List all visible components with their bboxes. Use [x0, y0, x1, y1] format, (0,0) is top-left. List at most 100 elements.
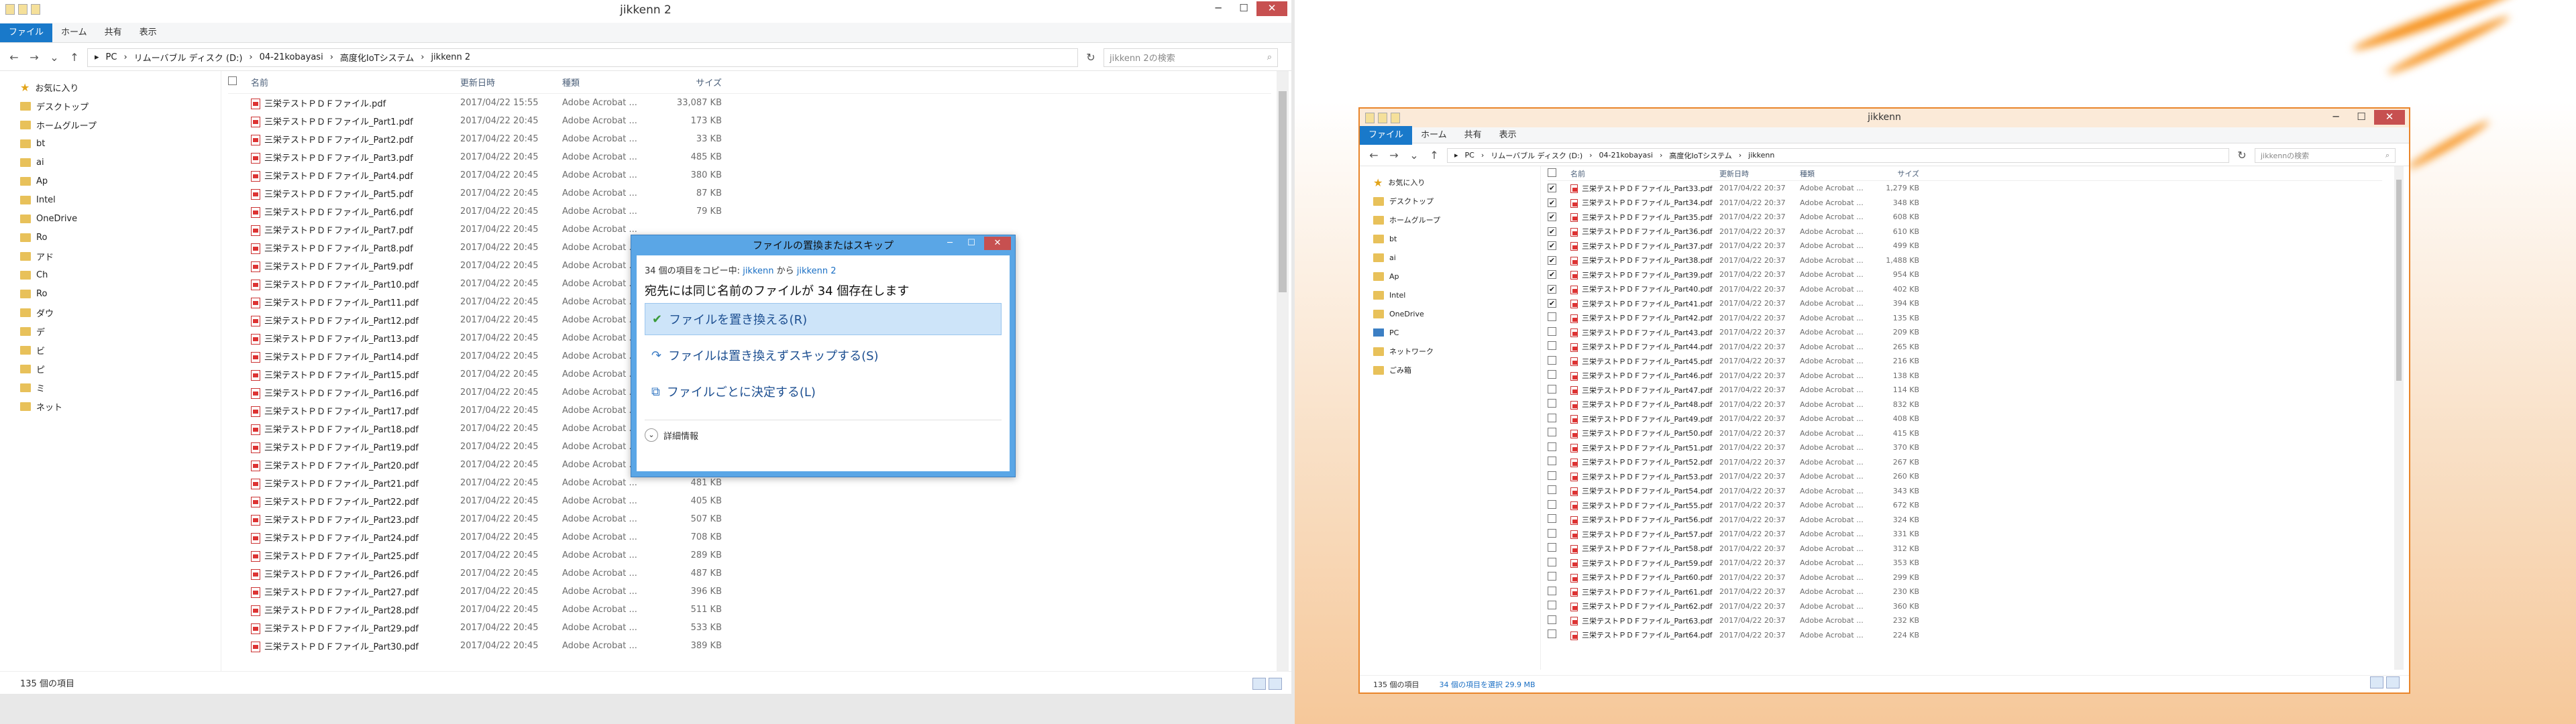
source-folder-link[interactable]: jikkenn	[743, 266, 773, 276]
new-folder-icon[interactable]	[31, 4, 40, 15]
file-checkbox[interactable]	[1548, 457, 1556, 466]
sidebar-item[interactable]: ネット	[20, 397, 221, 416]
sidebar-item[interactable]: ビ	[20, 341, 221, 359]
maximize-button[interactable]: ☐	[2349, 110, 2374, 125]
sidebar-item[interactable]: Intel	[20, 190, 221, 209]
sidebar-item[interactable]: bt	[20, 134, 221, 153]
sidebar-item[interactable]: OneDrive	[1373, 304, 1540, 323]
file-checkbox[interactable]	[1548, 514, 1556, 524]
file-checkbox[interactable]	[1548, 601, 1556, 610]
select-all-checkbox[interactable]	[228, 76, 237, 85]
file-checkbox[interactable]	[1548, 370, 1556, 379]
breadcrumb-drive[interactable]: リムーバブル ディスク (D:)	[134, 51, 243, 64]
file-row[interactable]: 三栄テストＰＤＦファイル_Part22.pdf 2017/04/22 20:45 A…	[228, 492, 1271, 510]
column-size[interactable]: サイズ	[1879, 168, 1919, 179]
file-checkbox[interactable]	[1548, 528, 1556, 538]
sidebar-item[interactable]: ピ	[20, 359, 221, 378]
up-arrow-icon[interactable]: ↑	[67, 51, 82, 64]
file-checkbox[interactable]	[1548, 326, 1556, 336]
folder-icon[interactable]	[5, 4, 15, 15]
sidebar-item[interactable]: ダウ	[20, 303, 221, 322]
file-row[interactable]: ✔ 三栄テストＰＤＦファイル_Part40.pdf 2017/04/22 20:37…	[1548, 282, 2382, 297]
file-row[interactable]: 三栄テストＰＤＦファイル_Part28.pdf 2017/04/22 20:45 A…	[228, 601, 1271, 619]
sidebar-item[interactable]: ミ	[20, 378, 221, 397]
breadcrumb-folder[interactable]: 04-21kobayasi	[260, 52, 323, 62]
file-row[interactable]: 三栄テストＰＤＦファイル_Part64.pdf 2017/04/22 20:37 A…	[1548, 628, 2382, 643]
sidebar-item[interactable]: bt	[1373, 229, 1540, 248]
select-all-checkbox[interactable]	[1548, 168, 1556, 177]
file-row[interactable]: 三栄テストＰＤＦファイル_Part6.pdf 2017/04/22 20:45 Ad…	[228, 202, 1271, 221]
tab-share[interactable]: 共有	[96, 23, 131, 42]
maximize-button[interactable]: ☐	[1231, 1, 1256, 16]
breadcrumb-drive[interactable]: リムーバブル ディスク (D:)	[1491, 150, 1582, 161]
refresh-icon[interactable]: ↻	[1083, 51, 1098, 64]
breadcrumb-folder[interactable]: 高度化IoTシステム	[340, 51, 414, 64]
forward-arrow-icon[interactable]: →	[27, 51, 42, 64]
file-checkbox[interactable]: ✔	[1548, 241, 1556, 251]
file-row[interactable]: 三栄テストＰＤＦファイル_Part1.pdf 2017/04/22 20:45 Ad…	[228, 112, 1271, 130]
file-checkbox[interactable]: ✔	[1548, 270, 1556, 280]
tab-file[interactable]: ファイル	[0, 23, 53, 42]
file-row[interactable]: 三栄テストＰＤＦファイル_Part47.pdf 2017/04/22 20:37 A…	[1548, 383, 2382, 398]
file-row[interactable]: 三栄テストＰＤＦファイル_Part44.pdf 2017/04/22 20:37 A…	[1548, 340, 2382, 355]
file-row[interactable]: 三栄テストＰＤＦファイル_Part61.pdf 2017/04/22 20:37 A…	[1548, 585, 2382, 599]
column-type[interactable]: 種類	[562, 76, 661, 88]
file-checkbox[interactable]	[1548, 557, 1556, 566]
sidebar-item[interactable]: Ro	[20, 228, 221, 247]
file-checkbox[interactable]	[1548, 471, 1556, 480]
search-input[interactable]: jikkennの検索 ⌕	[2255, 147, 2396, 163]
sidebar-item[interactable]: デ	[20, 322, 221, 341]
file-checkbox[interactable]	[1548, 355, 1556, 365]
sidebar-item[interactable]: Intel	[1373, 286, 1540, 304]
file-checkbox[interactable]	[1548, 384, 1556, 394]
sidebar-item[interactable]: PC	[1373, 323, 1540, 342]
column-name[interactable]: 名前	[1565, 168, 1719, 179]
details-view-icon[interactable]	[2370, 676, 2383, 688]
file-checkbox[interactable]	[1548, 629, 1556, 639]
file-row[interactable]: ✔ 三栄テストＰＤＦファイル_Part34.pdf 2017/04/22 20:37…	[1548, 196, 2382, 210]
replace-files-option[interactable]: ✔ ファイルを置き換える(R)	[645, 303, 1002, 335]
sidebar-item[interactable]: ai	[20, 153, 221, 172]
sidebar-item[interactable]: Ap	[1373, 267, 1540, 286]
file-row[interactable]: 三栄テストＰＤＦファイル_Part62.pdf 2017/04/22 20:37 A…	[1548, 599, 2382, 614]
file-row[interactable]: 三栄テストＰＤＦファイル_Part60.pdf 2017/04/22 20:37 A…	[1548, 570, 2382, 585]
file-row[interactable]: ✔ 三栄テストＰＤＦファイル_Part41.pdf 2017/04/22 20:37…	[1548, 296, 2382, 311]
file-row[interactable]: 三栄テストＰＤＦファイル_Part63.pdf 2017/04/22 20:37 A…	[1548, 613, 2382, 628]
file-row[interactable]: 三栄テストＰＤＦファイル_Part25.pdf 2017/04/22 20:45 A…	[228, 546, 1271, 564]
file-row[interactable]: ✔ 三栄テストＰＤＦファイル_Part35.pdf 2017/04/22 20:37…	[1548, 210, 2382, 225]
breadcrumb-folder[interactable]: 高度化IoTシステム	[1669, 150, 1731, 161]
file-row[interactable]: ✔ 三栄テストＰＤＦファイル_Part37.pdf 2017/04/22 20:37…	[1548, 239, 2382, 253]
file-row[interactable]: 三栄テストＰＤＦファイル_Part23.pdf 2017/04/22 20:45 A…	[228, 510, 1271, 528]
breadcrumb-folder[interactable]: 04-21kobayasi	[1599, 151, 1653, 160]
file-row[interactable]: 三栄テストＰＤＦファイル_Part4.pdf 2017/04/22 20:45 Ad…	[228, 166, 1271, 184]
column-date[interactable]: 更新日時	[460, 76, 562, 88]
vertical-scrollbar[interactable]	[2394, 166, 2404, 670]
breadcrumb-pc[interactable]: PC	[1465, 151, 1474, 160]
file-checkbox[interactable]: ✔	[1548, 198, 1556, 207]
file-row[interactable]: 三栄テストＰＤＦファイル_Part5.pdf 2017/04/22 20:45 Ad…	[228, 184, 1271, 202]
file-checkbox[interactable]: ✔	[1548, 284, 1556, 294]
file-row[interactable]: 三栄テストＰＤＦファイル_Part45.pdf 2017/04/22 20:37 A…	[1548, 354, 2382, 369]
file-row[interactable]: 三栄テストＰＤＦファイル.pdf 2017/04/22 15:55 Adobe Ac…	[228, 94, 1271, 112]
file-checkbox[interactable]	[1548, 615, 1556, 624]
large-icons-view-icon[interactable]	[1269, 678, 1282, 690]
dialog-close-button[interactable]: ✕	[984, 237, 1011, 250]
file-checkbox[interactable]	[1548, 413, 1556, 422]
file-row[interactable]: 三栄テストＰＤＦファイル_Part58.pdf 2017/04/22 20:37 A…	[1548, 542, 2382, 556]
properties-icon[interactable]	[1378, 113, 1387, 123]
up-arrow-icon[interactable]: ↑	[1427, 149, 1442, 162]
file-row[interactable]: 三栄テストＰＤＦファイル_Part56.pdf 2017/04/22 20:37 A…	[1548, 513, 2382, 528]
minimize-button[interactable]: ─	[2323, 110, 2349, 125]
file-checkbox[interactable]	[1548, 586, 1556, 595]
file-checkbox[interactable]: ✔	[1548, 184, 1556, 193]
close-button[interactable]: ✕	[1256, 1, 1287, 16]
tab-view[interactable]: 表示	[131, 23, 166, 42]
file-row[interactable]: ✔ 三栄テストＰＤＦファイル_Part33.pdf 2017/04/22 20:37…	[1548, 181, 2382, 196]
breadcrumb-current[interactable]: jikkenn 2	[431, 52, 470, 62]
file-row[interactable]: 三栄テストＰＤＦファイル_Part24.pdf 2017/04/22 20:45 A…	[228, 528, 1271, 546]
dialog-minimize-button[interactable]: ─	[941, 237, 959, 250]
close-button[interactable]: ✕	[2374, 110, 2405, 125]
sidebar-item[interactable]: Ap	[20, 172, 221, 190]
sidebar-item[interactable]: Ro	[20, 284, 221, 303]
file-row[interactable]: 三栄テストＰＤＦファイル_Part48.pdf 2017/04/22 20:37 A…	[1548, 398, 2382, 412]
